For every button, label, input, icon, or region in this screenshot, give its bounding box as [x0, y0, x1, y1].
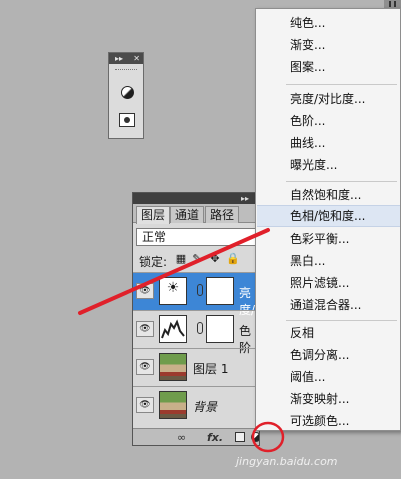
visibility-eye-icon[interactable]: 👁 — [136, 283, 154, 299]
menu-item-posterize[interactable]: 色调分离... — [257, 344, 400, 366]
blend-mode-select[interactable]: 正常 — [136, 228, 259, 246]
menu-item-vibrance[interactable]: 自然饱和度... — [257, 184, 400, 206]
layer-row[interactable]: 👁 图层 1 — [133, 348, 259, 386]
adjustment-tool-icon[interactable] — [121, 86, 134, 99]
menu-item-hue-saturation[interactable]: 色相/饱和度... — [257, 205, 400, 227]
layer-row[interactable]: 👁 背景 — [133, 386, 259, 424]
layer-mask-thumbnail — [206, 277, 234, 305]
layer-name: 背景 — [193, 400, 218, 414]
levels-thumbnail — [159, 315, 187, 343]
menu-item-gradient-map[interactable]: 渐变映射... — [257, 388, 400, 410]
lock-transparency-icon[interactable]: ▦ — [175, 253, 187, 265]
fx-icon[interactable]: fx. — [207, 431, 223, 444]
menu-item-solid-color[interactable]: 纯色... — [257, 12, 400, 34]
layer-row[interactable]: 👁 ☀ 亮度/ — [133, 272, 259, 317]
lock-all-icon[interactable]: 🔒 — [226, 253, 240, 265]
mask-tool-icon[interactable] — [119, 113, 135, 127]
menu-item-color-balance[interactable]: 色彩平衡... — [257, 228, 400, 250]
new-adjustment-layer-icon[interactable] — [251, 432, 259, 442]
layers-footer: ∞ fx. — [133, 428, 259, 445]
lock-pixels-icon[interactable]: ✎ — [191, 253, 203, 265]
layer-name: 图层 1 — [193, 362, 229, 376]
photo-thumbnail — [159, 391, 187, 419]
histogram-icon — [161, 319, 185, 339]
menu-item-photo-filter[interactable]: 照片滤镜... — [257, 272, 400, 294]
menu-item-levels[interactable]: 色阶... — [257, 110, 400, 132]
menu-item-curves[interactable]: 曲线... — [257, 132, 400, 154]
link-chain-icon — [197, 322, 203, 334]
pause-icon — [389, 1, 391, 7]
grip-divider — [115, 69, 137, 70]
collapse-arrows-icon[interactable]: ▸▸ — [115, 53, 123, 64]
tab-paths[interactable]: 路径 — [205, 206, 240, 223]
menu-separator — [286, 320, 397, 321]
adjustment-layer-menu: 纯色... 渐变... 图案... 亮度/对比度... 色阶... 曲线... … — [255, 8, 401, 431]
menu-separator — [286, 84, 397, 85]
visibility-eye-icon[interactable]: 👁 — [136, 359, 154, 375]
menu-item-invert[interactable]: 反相 — [257, 322, 400, 344]
menu-item-gradient[interactable]: 渐变... — [257, 34, 400, 56]
visibility-eye-icon[interactable]: 👁 — [136, 321, 154, 337]
palette-header[interactable]: ▸▸ ✕ — [109, 53, 143, 64]
photo-thumbnail — [159, 353, 187, 381]
menu-item-channel-mixer[interactable]: 通道混合器... — [257, 294, 400, 316]
menu-item-threshold[interactable]: 阈值... — [257, 366, 400, 388]
menu-item-exposure[interactable]: 曝光度... — [257, 154, 400, 176]
layer-row[interactable]: 👁 色阶 — [133, 310, 259, 355]
blend-mode-row: 正常 — [133, 223, 259, 248]
menu-item-black-white[interactable]: 黑白... — [257, 250, 400, 272]
collapse-arrows-icon[interactable]: ▸▸ — [241, 193, 249, 204]
watermark: jingyan.baidu.com — [236, 455, 338, 468]
lock-position-icon[interactable]: ✥ — [209, 253, 221, 265]
lock-row: 锁定: ▦ ✎ ✥ 🔒 — [133, 248, 259, 272]
lock-label: 锁定: — [139, 255, 168, 269]
layer-mask-thumbnail — [206, 315, 234, 343]
tab-layers[interactable]: 图层 — [136, 206, 171, 224]
mini-tool-palette: ▸▸ ✕ — [108, 52, 144, 139]
tab-channels[interactable]: 通道 — [170, 206, 205, 223]
layers-panel: ▸▸ 图层 通道 路径 正常 锁定: ▦ ✎ ✥ 🔒 👁 ☀ 亮度/ 👁 色阶 … — [132, 192, 260, 446]
menu-separator — [286, 181, 397, 182]
add-mask-icon[interactable] — [235, 432, 245, 442]
panel-tabs: 图层 通道 路径 — [133, 204, 259, 224]
pause-icon — [394, 1, 396, 7]
link-chain-icon — [197, 284, 203, 296]
menu-item-selective-color[interactable]: 可选颜色... — [257, 410, 400, 432]
panel-titlebar[interactable]: ▸▸ — [133, 193, 259, 204]
adjustment-thumbnail: ☀ — [159, 277, 187, 305]
link-layers-icon[interactable]: ∞ — [177, 431, 186, 444]
menu-item-pattern[interactable]: 图案... — [257, 56, 400, 78]
visibility-eye-icon[interactable]: 👁 — [136, 397, 154, 413]
menu-item-brightness-contrast[interactable]: 亮度/对比度... — [257, 88, 400, 110]
close-icon[interactable]: ✕ — [133, 53, 140, 64]
